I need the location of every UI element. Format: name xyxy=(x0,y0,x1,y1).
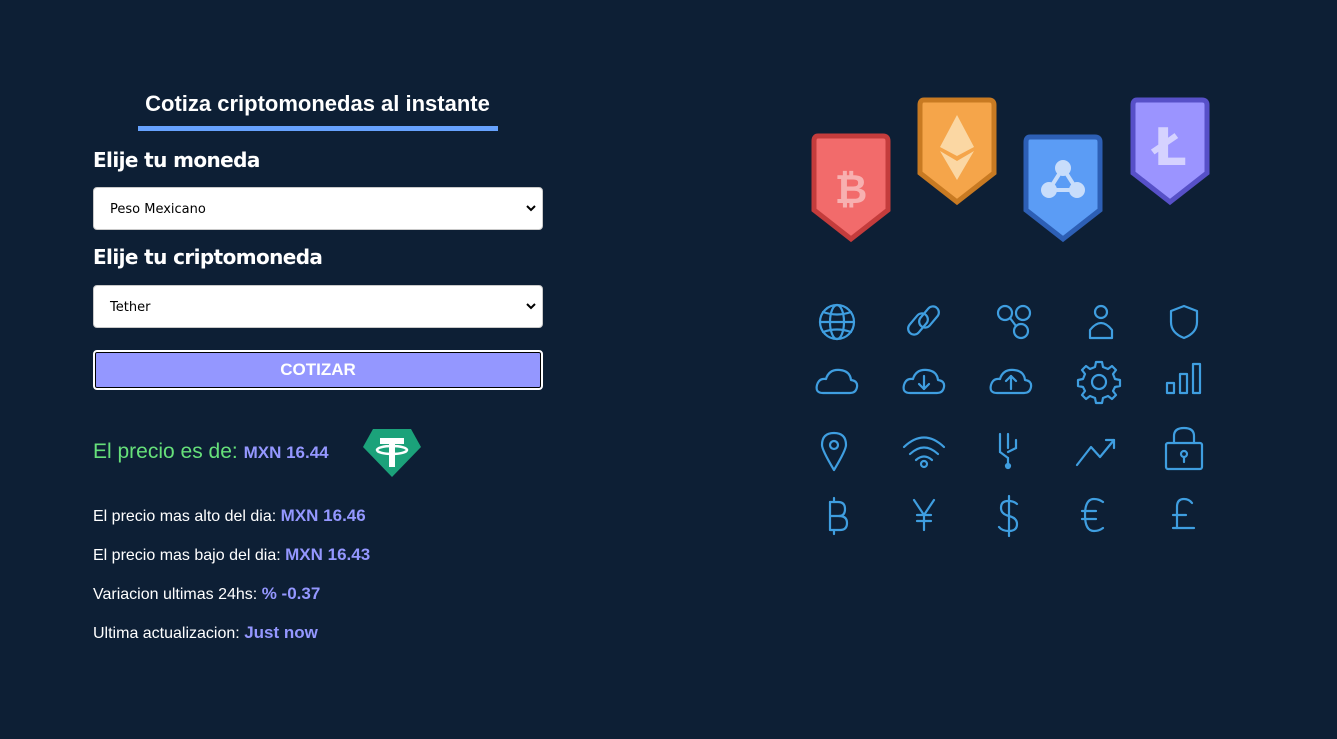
change-value: % -0.37 xyxy=(261,584,321,603)
price-label: El precio es de: xyxy=(93,440,238,463)
gear-icon xyxy=(1076,360,1122,405)
network-icon xyxy=(996,304,1032,340)
updated-value: Just now xyxy=(244,623,318,642)
pound-symbol-icon xyxy=(1171,497,1196,530)
low-price-label: El precio mas bajo del dia: xyxy=(93,547,281,564)
updated-label: Ultima actualizacion: xyxy=(93,625,240,642)
euro-symbol-icon xyxy=(1080,497,1105,533)
currency-select-value: Peso Mexicano xyxy=(110,202,206,217)
change-line: Variacion ultimas 24hs: % -0.37 xyxy=(93,584,320,604)
bitcoin-badge-icon: ₿ xyxy=(811,133,891,243)
ethereum-badge-icon xyxy=(917,97,997,206)
crypto-select-value: Tether xyxy=(110,300,151,315)
litecoin-badge-icon: Ł xyxy=(1130,97,1210,206)
price-value: MXN 16.44 xyxy=(243,443,329,462)
chevron-down-icon xyxy=(526,205,536,212)
wifi-icon xyxy=(902,436,946,469)
yen-symbol-icon xyxy=(912,498,936,532)
shield-icon xyxy=(1169,304,1199,340)
currency-select[interactable]: Peso Mexicano xyxy=(93,187,543,230)
updated-line: Ultima actualizacion: Just now xyxy=(93,623,318,643)
padlock-icon xyxy=(1164,426,1204,471)
currency-label: Elije tu moneda xyxy=(93,148,260,172)
page: Cotiza criptomonedas al instante Elije t… xyxy=(0,0,1337,739)
tether-logo-icon xyxy=(363,429,421,477)
svg-text:₿: ₿ xyxy=(835,167,868,213)
quote-button[interactable]: COTIZAR xyxy=(93,350,543,390)
trend-up-icon xyxy=(1075,438,1116,467)
globe-icon xyxy=(818,303,856,341)
page-title: Cotiza criptomonedas al instante xyxy=(145,91,490,116)
high-price-value: MXN 16.46 xyxy=(280,506,366,525)
crypto-select[interactable]: Tether xyxy=(93,285,543,328)
user-icon xyxy=(1088,304,1114,340)
title-underline xyxy=(138,126,498,131)
cloud-icon xyxy=(815,368,859,395)
cloud-download-icon xyxy=(902,368,946,395)
change-label: Variacion ultimas 24hs: xyxy=(93,586,258,603)
svg-text:Ł: Ł xyxy=(1150,118,1186,178)
bar-chart-icon xyxy=(1165,362,1202,395)
crypto-illustration: ₿ Ł xyxy=(811,97,1210,538)
crypto-label: Elije tu criptomoneda xyxy=(93,245,323,269)
link-icon xyxy=(907,305,940,336)
low-price-line: El precio mas bajo del dia: MXN 16.43 xyxy=(93,545,370,565)
chevron-down-icon xyxy=(526,303,536,310)
price-line: El precio es de: MXN 16.44 xyxy=(93,440,329,464)
high-price-label: El precio mas alto del dia: xyxy=(93,508,277,525)
cloud-upload-icon xyxy=(989,368,1033,395)
low-price-value: MXN 16.43 xyxy=(285,545,371,564)
location-pin-icon xyxy=(820,431,848,472)
ripple-badge-icon xyxy=(1023,134,1103,243)
dollar-symbol-icon xyxy=(997,494,1019,538)
high-price-line: El precio mas alto del dia: MXN 16.46 xyxy=(93,506,366,526)
bitcoin-symbol-icon xyxy=(828,496,849,536)
circuit-icon xyxy=(998,432,1018,470)
